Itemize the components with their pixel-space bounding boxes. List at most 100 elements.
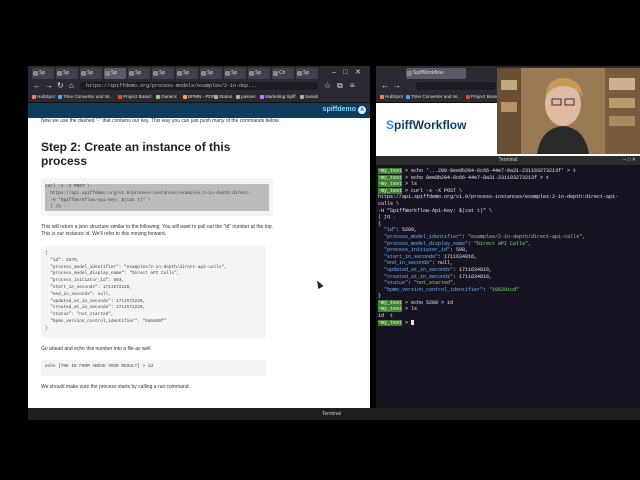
desktop: Sp Ch Sp Sp Sp Sp Sp Sp Sp Sp Sp Sp – □ ✕ ← → ↻ ⌂ h… — [0, 0, 640, 480]
forward-icon[interactable]: → — [393, 81, 401, 91]
json-value: null, — [438, 260, 454, 267]
reload-icon[interactable]: ↻ — [57, 81, 64, 91]
avatar[interactable]: A — [358, 106, 366, 114]
left-browser-window: Sp Ch Sp Sp Sp Sp Sp Sp Sp Sp Sp Sp – □ ✕ ← → ↻ ⌂ h… — [28, 66, 370, 408]
json-value: "not_started", — [414, 280, 457, 287]
tab-favicon-icon — [249, 71, 254, 76]
tab-favicon-icon — [57, 71, 62, 76]
bookmark-item[interactable]: Project Board — [118, 93, 151, 101]
tab-label: Sp — [63, 70, 70, 76]
tab-spiffworkflow[interactable]: SpiffWorkflow — [406, 68, 466, 79]
json-value: 1711634816, — [459, 266, 493, 273]
terminal-prompt: ~my_test — [378, 306, 403, 313]
browser-tab[interactable]: Sp — [56, 68, 78, 79]
terminal-line: ~my_test > — [378, 319, 640, 327]
browser-tab[interactable]: Sp — [248, 68, 270, 79]
terminal-line: ~my_test > echo 5289 > id — [378, 299, 454, 306]
terminal-line: ~my_test > echo 8ee8b204-6c66-44e7-8a31-… — [378, 174, 550, 181]
bookmark-item[interactable]: Generic — [156, 93, 177, 101]
tab-favicon-icon — [129, 71, 134, 76]
terminal-window[interactable]: Terminal – □ ✕ ~my_test > echo '...280-8… — [376, 156, 640, 408]
run-paragraph: We should make sure the process starts b… — [41, 384, 190, 390]
bookmarks-bar: HubSpot Time Converter and W... Project … — [28, 92, 370, 103]
maximize-button[interactable]: □ — [343, 69, 347, 77]
bookmark-item[interactable]: Marketing Spiff — [260, 93, 296, 101]
terminal-line: "bpmn_version_control_identifier": "1062… — [384, 286, 520, 293]
bookmark-item[interactable]: Status — [214, 93, 232, 101]
browser-tab[interactable]: Sp — [32, 68, 54, 79]
browser-tab[interactable]: Sp — [200, 68, 222, 79]
json-key: "process_initiator_id" — [384, 247, 451, 254]
terminal-line: ~my_test > echo '...280-8ee8b204-6c66-44… — [378, 168, 577, 174]
terminal-line: "process_model_identifier": "examples/2-… — [384, 233, 586, 240]
browser-tab[interactable]: Sp — [80, 68, 102, 79]
tab-label: Sp — [207, 70, 214, 76]
bookmark-item[interactable]: passes — [236, 93, 256, 101]
terminal-prompt: ~my_test — [378, 181, 403, 188]
json-key: "process_model_identifier" — [384, 233, 463, 240]
home-icon[interactable]: ⌂ — [69, 81, 74, 91]
terminal-prompt: ~my_test — [378, 187, 403, 194]
tab-favicon-icon — [153, 71, 158, 76]
tab-favicon-icon — [81, 71, 86, 76]
terminal-window-controls[interactable]: – □ ✕ — [623, 156, 636, 165]
json-value: 1711634816, — [459, 273, 493, 280]
close-button[interactable]: ✕ — [355, 69, 361, 77]
bookmark-star-icon[interactable]: ☆ — [324, 81, 331, 91]
tab-favicon-icon — [225, 71, 230, 76]
terminal-line: "id": 5289, — [384, 227, 418, 234]
code-block-curl[interactable]: curl -s -X POST \ https://api.spiffdemo.… — [41, 178, 273, 216]
json-value: 598, — [456, 247, 469, 254]
menu-icon[interactable]: ≡ — [350, 81, 355, 91]
bookmark-item[interactable]: Time Converter and W... — [406, 93, 461, 101]
instructions-paragraph: This will return a json structure simila… — [41, 224, 273, 237]
webcam-overlay — [497, 68, 640, 154]
site-logo[interactable]: spiffdemo — [323, 106, 356, 114]
terminal-line: "created_at_in_seconds": 1711634816, — [384, 273, 493, 280]
browser-tab[interactable]: Sp — [128, 68, 150, 79]
json-key: "status" — [384, 280, 409, 287]
bookmark-item[interactable]: Sanah — [300, 93, 318, 101]
taskbar-terminal-label[interactable]: Terminal — [322, 410, 341, 418]
tab-label: Sp — [87, 70, 94, 76]
back-icon[interactable]: ← — [381, 81, 389, 91]
terminal-prompt: ~my_test — [378, 174, 403, 181]
code-block-json[interactable]: { "id": 5279, "process_model_identifier"… — [41, 246, 266, 338]
terminal-line: "status": "not_started", — [384, 280, 457, 287]
json-key: "updated_at_in_seconds" — [384, 266, 454, 273]
browser-tab[interactable]: Sp — [176, 68, 198, 79]
tab-label: Ch — [279, 70, 286, 76]
bookmark-item[interactable]: BPMN - PDF — [183, 93, 215, 101]
json-value: "examples/2-in-depth/direct-api-calls", — [468, 233, 586, 240]
extensions-icon[interactable]: ⧉ — [337, 81, 343, 91]
terminal-line: -H "SpiffWorkflow-Api-Key: $(cat t)" \ — [378, 207, 493, 214]
json-value: 1711634816, — [444, 253, 478, 260]
browser-tab[interactable]: Ch — [272, 68, 294, 79]
browser-tab[interactable]: Sp — [224, 68, 246, 79]
bookmark-item[interactable]: Project Board — [466, 93, 499, 101]
terminal-line: } — [378, 293, 382, 300]
browser-tab[interactable]: Sp — [296, 68, 318, 79]
browser-tab[interactable]: Sp — [152, 68, 174, 79]
url-bar[interactable]: https://spiffdemo.org/process-models/exa… — [80, 82, 318, 90]
minimize-button[interactable]: – — [332, 69, 336, 77]
back-icon[interactable]: ← — [33, 81, 41, 91]
terminal-line: ~my_test > ls — [378, 181, 418, 188]
forward-icon[interactable]: → — [45, 81, 53, 91]
tab-label: Sp — [303, 70, 310, 76]
code-block-echo[interactable]: echo [THE ID FROM ABOVE YOUR RESULT] > i… — [41, 360, 266, 376]
bookmark-item[interactable]: Time Converter and W... — [58, 93, 113, 101]
tab-favicon-icon — [273, 71, 278, 76]
json-key: "end_in_seconds" — [384, 260, 433, 267]
terminal-prompt: ~my_test — [378, 168, 403, 174]
tab-favicon-icon — [201, 71, 206, 76]
logo-mark: S — [386, 118, 395, 132]
json-key: "process_model_display_name" — [384, 240, 469, 247]
bookmark-item[interactable]: HubSpot — [32, 93, 55, 101]
terminal-line: | jq . — [378, 214, 397, 221]
echo-paragraph: Go ahead and echo this number into a fil… — [41, 346, 152, 352]
url-bar[interactable] — [416, 82, 496, 90]
browser-tab[interactable]: Sp — [104, 68, 126, 79]
terminal-line: https://api.spiffdemo.org/v1.0/process-i… — [378, 194, 619, 201]
bookmark-item[interactable]: HubSpot — [380, 93, 403, 101]
